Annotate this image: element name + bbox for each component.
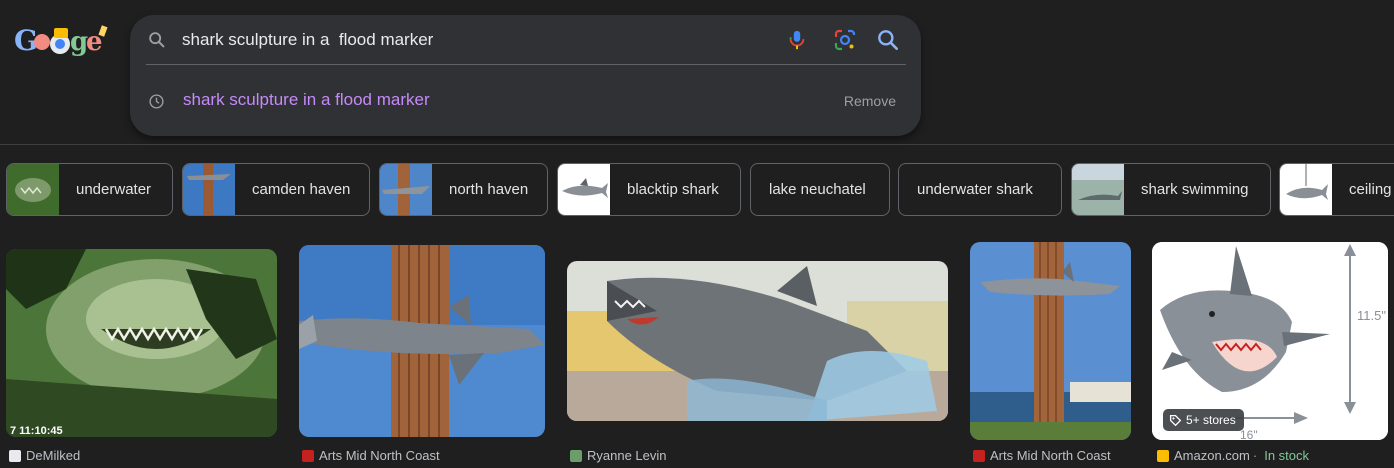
result-thumbnail: [299, 245, 545, 437]
source-name: Amazon.com: [1174, 448, 1250, 463]
favicon-icon: [302, 449, 314, 462]
stores-badge-label: 5+ stores: [1186, 413, 1236, 427]
chip-underwater-shark[interactable]: underwater shark: [898, 163, 1062, 216]
image-timestamp: 7 11:10:45: [10, 425, 63, 437]
result-source-5[interactable]: Amazon.com · In stock: [1157, 448, 1309, 463]
search-button-icon[interactable]: [875, 27, 901, 53]
result-image-5[interactable]: 11.5" 16" 5+ stores: [1152, 242, 1388, 440]
chip-thumbnail: [558, 164, 610, 215]
tag-icon: [1169, 414, 1182, 426]
doodle-icon: G g e: [14, 24, 108, 57]
result-source-1[interactable]: DeMilked: [9, 448, 80, 463]
google-images-page: G g e shark sculpture in a flood marker …: [0, 0, 1394, 468]
chip-label: north haven: [449, 181, 529, 198]
dimension-height-label: 11.5": [1357, 308, 1386, 323]
suggestion-item[interactable]: shark sculpture in a flood marker Remove: [130, 87, 921, 115]
search-input[interactable]: [182, 27, 762, 53]
source-name: DeMilked: [26, 448, 81, 463]
chip-camden-haven[interactable]: camden haven: [182, 163, 370, 216]
chip-label: underwater: [76, 181, 152, 198]
chip-label: lake neuchatel: [769, 181, 866, 198]
chip-lake-neuchatel[interactable]: lake neuchatel: [750, 163, 890, 216]
availability-label: In stock: [1264, 448, 1310, 463]
suggestion-text[interactable]: shark sculpture in a flood marker: [183, 90, 430, 110]
dimension-width-label: 16": [1240, 428, 1258, 440]
result-source-2[interactable]: Arts Mid North Coast: [302, 448, 440, 463]
chip-thumbnail: [183, 164, 235, 215]
chip-label: blacktip shark: [627, 181, 719, 198]
chip-blacktip-shark[interactable]: blacktip shark: [557, 163, 741, 216]
chip-ceiling[interactable]: ceiling: [1279, 163, 1394, 216]
google-doodle-logo[interactable]: G g e: [14, 22, 110, 58]
chip-label: shark swimming: [1141, 181, 1249, 198]
mic-icon[interactable]: [786, 28, 808, 52]
history-clock-icon: [149, 94, 164, 109]
chip-thumbnail: [1072, 164, 1124, 215]
chip-label: underwater shark: [917, 181, 1033, 198]
chip-underwater[interactable]: underwater: [6, 163, 173, 216]
result-image-2[interactable]: [299, 245, 545, 437]
result-image-4[interactable]: [970, 242, 1131, 440]
favicon-icon: [1157, 449, 1169, 462]
result-thumbnail: [6, 249, 277, 437]
result-image-1[interactable]: 7 11:10:45: [6, 249, 277, 437]
favicon-icon: [570, 449, 582, 462]
source-name: Arts Mid North Coast: [990, 448, 1111, 463]
chip-shark-swimming[interactable]: shark swimming: [1071, 163, 1271, 216]
source-name: Ryanne Levin: [587, 448, 667, 463]
lens-icon[interactable]: [833, 28, 857, 52]
separator-dot: ·: [1252, 448, 1258, 463]
header-divider: [0, 144, 1394, 145]
search-row: [130, 15, 921, 65]
chip-thumbnail: [7, 164, 59, 215]
result-thumbnail: [970, 242, 1131, 440]
chip-label: ceiling: [1349, 181, 1392, 198]
search-divider: [146, 64, 906, 65]
favicon-icon: [9, 449, 21, 462]
stores-badge[interactable]: 5+ stores: [1163, 409, 1244, 431]
favicon-icon: [973, 449, 985, 462]
result-image-3[interactable]: [567, 261, 948, 421]
remove-suggestion-button[interactable]: Remove: [844, 93, 896, 109]
chip-thumbnail: [380, 164, 432, 215]
result-source-3[interactable]: Ryanne Levin: [570, 448, 667, 463]
result-source-4[interactable]: Arts Mid North Coast: [973, 448, 1111, 463]
chip-thumbnail: [1280, 164, 1332, 215]
search-icon: [149, 32, 165, 48]
chip-north-haven[interactable]: north haven: [379, 163, 548, 216]
related-chips-row: underwater camden haven north haven blac…: [6, 163, 1394, 216]
result-thumbnail: [567, 261, 948, 421]
source-name: Arts Mid North Coast: [319, 448, 440, 463]
search-box: shark sculpture in a flood marker Remove: [130, 15, 921, 136]
chip-label: camden haven: [252, 181, 351, 198]
